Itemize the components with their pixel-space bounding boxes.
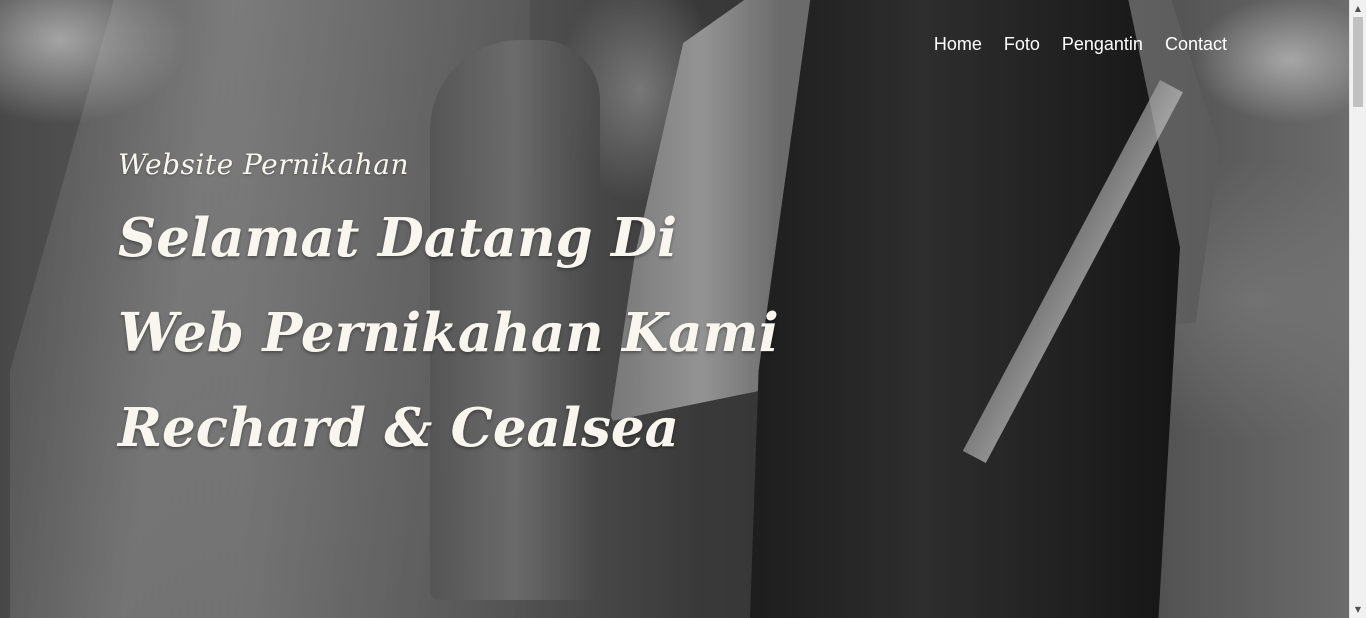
hero-headline-line: Rechard & Cealsea (118, 397, 679, 459)
scroll-up-arrow-icon[interactable]: ▲ (1350, 0, 1366, 17)
hero-headline: Selamat Datang Di Web Pernikahan Kami Re… (118, 191, 779, 476)
hero-headline-line: Selamat Datang Di (118, 207, 678, 269)
scroll-down-arrow-icon[interactable]: ▼ (1350, 601, 1366, 618)
page-viewport: Home Foto Pengantin Contact Website Pern… (0, 0, 1349, 618)
nav-pengantin-link[interactable]: Pengantin (1062, 34, 1143, 55)
hero-tagline: Website Pernikahan (118, 148, 409, 181)
scrollbar-thumb[interactable] (1353, 17, 1363, 107)
hero-headline-line: Web Pernikahan Kami (118, 302, 779, 364)
page-scrollbar[interactable]: ▲ ▼ (1349, 0, 1366, 618)
nav-contact-link[interactable]: Contact (1165, 34, 1227, 55)
main-navigation: Home Foto Pengantin Contact (934, 34, 1227, 55)
nav-foto-link[interactable]: Foto (1004, 34, 1040, 55)
nav-home-link[interactable]: Home (934, 34, 982, 55)
hero-text-block: Website Pernikahan Selamat Datang Di Web… (118, 148, 779, 476)
